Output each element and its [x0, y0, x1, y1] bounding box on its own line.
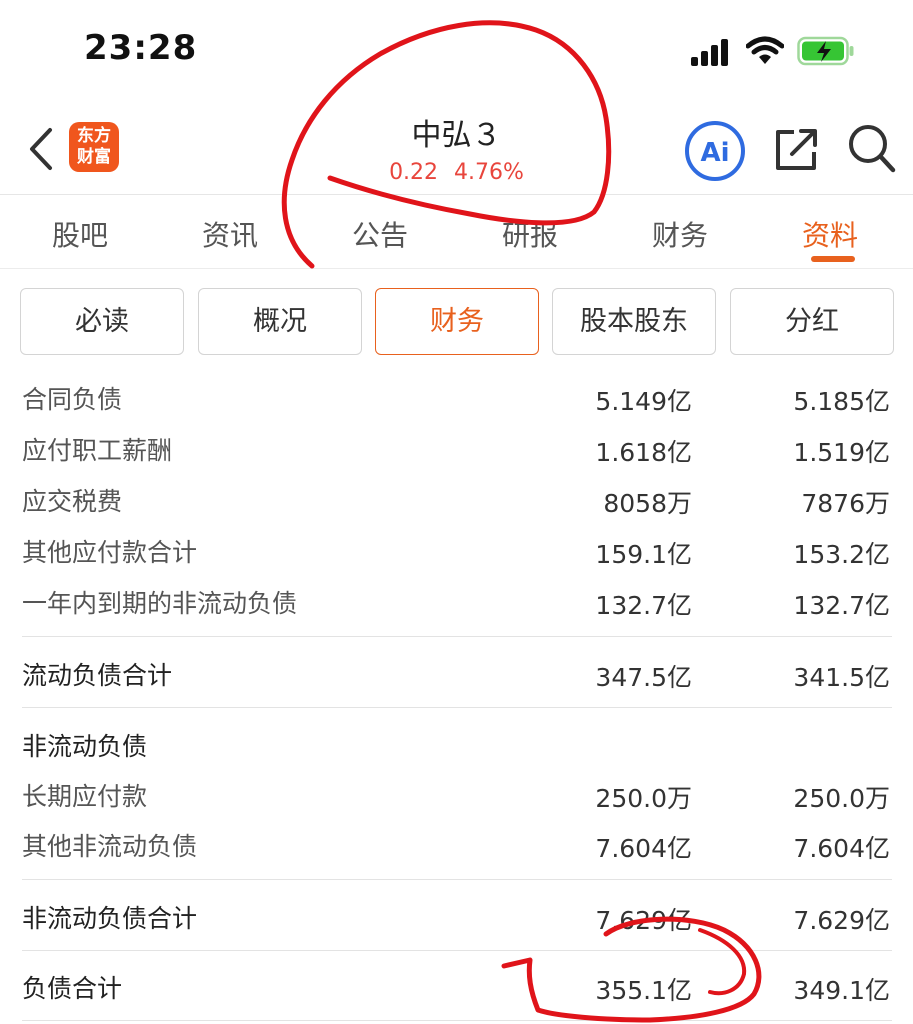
nav-header: 东方 财富 中弘３ 0.22 4.76% Ai [0, 100, 913, 196]
header-divider [0, 194, 913, 195]
active-tab-indicator [811, 256, 855, 262]
row-divider [22, 879, 892, 880]
tab-announcements[interactable]: 公告 [305, 214, 455, 254]
table-row: 其他应付款合计 159.1亿 153.2亿 [22, 533, 892, 573]
row-label: 流动负债合计 [22, 661, 173, 690]
price-change-percent: 4.76% [454, 160, 524, 185]
tab-news[interactable]: 资讯 [155, 214, 305, 254]
row-value-previous: 132.7亿 [793, 591, 890, 620]
tab-guba[interactable]: 股吧 [5, 214, 155, 254]
row-value-previous: 1.519亿 [793, 438, 890, 467]
row-value-current: 7.604亿 [595, 834, 692, 863]
row-label: 其他应付款合计 [22, 538, 198, 567]
row-value-previous: 349.1亿 [793, 976, 890, 1005]
table-row-total: 非流动负债合计 7.629亿 7.629亿 [22, 899, 892, 939]
table-row: 合同负债 5.149亿 5.185亿 [22, 380, 892, 420]
main-tabs: 股吧 资讯 公告 研报 财务 资料 [0, 202, 913, 268]
row-divider [22, 636, 892, 637]
section-heading-label: 非流动负债 [22, 732, 148, 761]
cellular-signal-icon [691, 39, 728, 66]
tab-profile[interactable]: 资料 [755, 214, 905, 254]
row-label: 一年内到期的非流动负债 [22, 589, 298, 618]
table-row: 应付职工薪酬 1.618亿 1.519亿 [22, 431, 892, 471]
row-divider [22, 1020, 892, 1021]
row-value-current: 355.1亿 [595, 976, 692, 1005]
row-value-current: 250.0万 [595, 784, 692, 813]
subtab-shareholders[interactable]: 股本股东 [552, 288, 716, 355]
tab-research[interactable]: 研报 [455, 214, 605, 254]
status-bar: 23:28 [0, 0, 913, 100]
wifi-icon [746, 36, 784, 64]
row-value-current: 8058万 [603, 489, 692, 518]
row-label: 应付职工薪酬 [22, 436, 173, 465]
row-value-current: 132.7亿 [595, 591, 692, 620]
table-row: 应交税费 8058万 7876万 [22, 482, 892, 522]
share-icon[interactable] [772, 124, 822, 174]
table-row-total: 流动负债合计 347.5亿 341.5亿 [22, 656, 892, 696]
ai-label: Ai [700, 138, 729, 168]
row-value-previous: 7.604亿 [793, 834, 890, 863]
row-value-previous: 7876万 [801, 489, 890, 518]
subtab-financials[interactable]: 财务 [375, 288, 539, 355]
row-value-current: 1.618亿 [595, 438, 692, 467]
status-time: 23:28 [84, 28, 198, 68]
row-label: 应交税费 [22, 487, 123, 516]
row-value-current: 159.1亿 [595, 540, 692, 569]
subtab-dividends[interactable]: 分红 [730, 288, 894, 355]
section-heading: 非流动负债 [22, 727, 892, 767]
row-divider [22, 707, 892, 708]
row-value-current: 5.149亿 [595, 387, 692, 416]
row-value-previous: 7.629亿 [793, 906, 890, 935]
table-row-total: 负债合计 355.1亿 349.1亿 [22, 969, 892, 1009]
price-change: 0.22 [389, 160, 439, 185]
row-divider [22, 950, 892, 951]
tabs-divider [0, 268, 913, 269]
search-icon[interactable] [846, 122, 896, 174]
row-value-previous: 341.5亿 [793, 663, 890, 692]
table-row: 其他非流动负债 7.604亿 7.604亿 [22, 827, 892, 867]
row-value-current: 7.629亿 [595, 906, 692, 935]
row-value-previous: 5.185亿 [793, 387, 890, 416]
row-value-current: 347.5亿 [595, 663, 692, 692]
row-label: 合同负债 [22, 385, 123, 414]
tab-finance[interactable]: 财务 [605, 214, 755, 254]
table-row: 一年内到期的非流动负债 132.7亿 132.7亿 [22, 584, 892, 624]
row-value-previous: 153.2亿 [793, 540, 890, 569]
row-value-previous: 250.0万 [793, 784, 890, 813]
row-label: 负债合计 [22, 974, 123, 1003]
row-label: 长期应付款 [22, 782, 148, 811]
table-row: 长期应付款 250.0万 250.0万 [22, 777, 892, 817]
subtab-must-read[interactable]: 必读 [20, 288, 184, 355]
row-label: 非流动负债合计 [22, 904, 198, 933]
battery-charging-icon [797, 36, 854, 66]
subtab-overview[interactable]: 概况 [198, 288, 362, 355]
ai-assistant-button[interactable]: Ai [684, 120, 746, 182]
row-label: 其他非流动负债 [22, 832, 198, 861]
